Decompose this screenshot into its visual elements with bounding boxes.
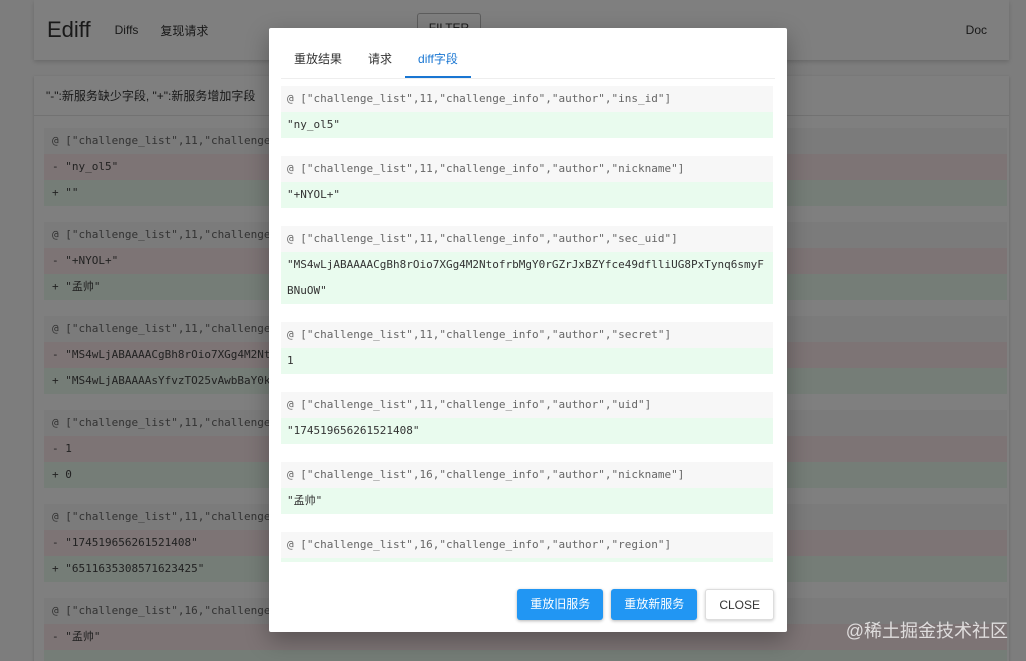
diff-path: @ ["challenge_list",16,"challenge_info",…: [281, 462, 773, 488]
diff-item: @ ["challenge_list",11,"challenge_info",…: [281, 226, 773, 304]
diff-path: @ ["challenge_list",11,"challenge_info",…: [281, 226, 773, 252]
tab-divider: [281, 78, 775, 79]
diff-value: "MS4wLjABAAAACgBh8rOio7XGg4M2NtofrbMgY0r…: [281, 252, 773, 304]
diff-path: @ ["challenge_list",11,"challenge_info",…: [281, 86, 773, 112]
watermark: @稀土掘金技术社区: [845, 621, 1008, 641]
diff-item: @ ["challenge_list",16,"challenge_info",…: [281, 532, 773, 562]
diff-item: @ ["challenge_list",16,"challenge_info",…: [281, 462, 773, 514]
diff-dialog: 重放结果 请求 diff字段 @ ["challenge_list",11,"c…: [269, 28, 787, 632]
tab-replay-result[interactable]: 重放结果: [281, 46, 355, 78]
diff-path: @ ["challenge_list",11,"challenge_info",…: [281, 392, 773, 418]
diff-path: @ ["challenge_list",16,"challenge_info",…: [281, 532, 773, 558]
diff-path: @ ["challenge_list",11,"challenge_info",…: [281, 322, 773, 348]
diff-path: @ ["challenge_list",11,"challenge_info",…: [281, 156, 773, 182]
diff-item: @ ["challenge_list",11,"challenge_info",…: [281, 322, 773, 374]
diff-value: [281, 558, 773, 562]
close-button[interactable]: CLOSE: [705, 589, 774, 620]
replay-old-button[interactable]: 重放旧服务: [517, 589, 604, 620]
diff-item: @ ["challenge_list",11,"challenge_info",…: [281, 156, 773, 208]
diff-value: "174519656261521408": [281, 418, 773, 444]
tab-diff-fields[interactable]: diff字段: [405, 46, 471, 78]
diff-item: @ ["challenge_list",11,"challenge_info",…: [281, 86, 773, 138]
diff-field-list[interactable]: @ ["challenge_list",11,"challenge_info",…: [281, 86, 775, 562]
tab-request[interactable]: 请求: [355, 46, 405, 78]
diff-item: @ ["challenge_list",11,"challenge_info",…: [281, 392, 773, 444]
dialog-actions: 重放旧服务 重放新服务 CLOSE: [517, 589, 774, 620]
replay-new-button[interactable]: 重放新服务: [611, 589, 698, 620]
dialog-tabs: 重放结果 请求 diff字段: [281, 46, 471, 78]
diff-value: 1: [281, 348, 773, 374]
diff-value: "ny_ol5": [281, 112, 773, 138]
diff-value: "+NYOL+": [281, 182, 773, 208]
diff-value: "孟帅": [281, 488, 773, 514]
